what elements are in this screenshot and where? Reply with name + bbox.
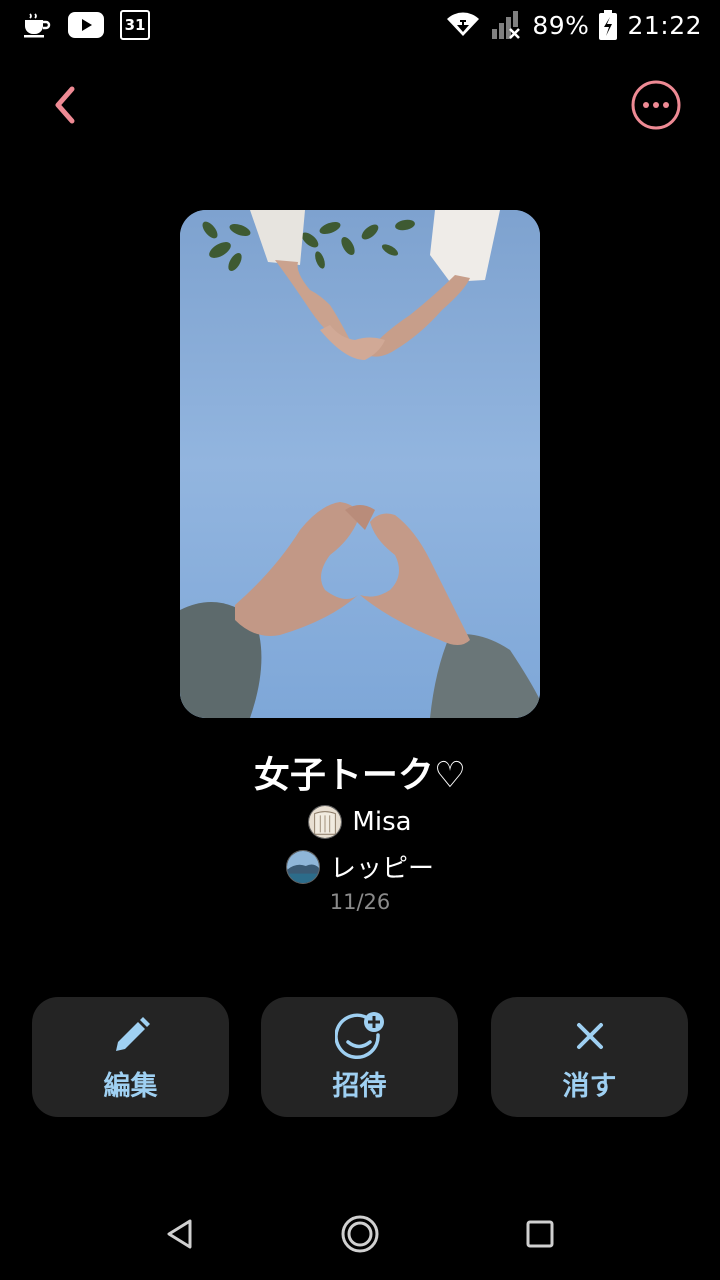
- member-name: Misa: [352, 807, 412, 837]
- clock: 21:22: [627, 10, 702, 40]
- nav-back-icon: [167, 1219, 192, 1249]
- add-friend-icon: [334, 1011, 385, 1060]
- action-buttons: 編集 招待 消す: [32, 997, 688, 1117]
- nav-home-button[interactable]: [330, 1204, 390, 1264]
- room-cover-image[interactable]: [180, 210, 540, 718]
- nav-recent-button[interactable]: [510, 1204, 570, 1264]
- invite-button[interactable]: 招待: [261, 997, 458, 1117]
- edit-button[interactable]: 編集: [32, 997, 229, 1117]
- youtube-icon: [68, 12, 104, 38]
- navigation-bar: [0, 1190, 720, 1274]
- nav-home-icon: [341, 1215, 379, 1253]
- calendar-icon: 31: [120, 10, 150, 40]
- nav-recent-icon: [526, 1220, 554, 1248]
- member-name: レッピー: [329, 854, 434, 884]
- chevron-left-icon: [55, 86, 75, 124]
- wifi-icon: [446, 12, 480, 38]
- invite-label: 招待: [332, 1070, 387, 1102]
- battery-percent: 89%: [532, 10, 590, 40]
- status-left: 31: [22, 10, 150, 40]
- room-title: 女子トーク♡: [253, 755, 467, 796]
- avatar-leppy: [285, 849, 320, 884]
- member-item[interactable]: レッピー: [0, 848, 720, 885]
- nav-back-button[interactable]: [150, 1204, 210, 1264]
- signal-icon: [490, 9, 522, 41]
- room-date: 11/26: [329, 890, 391, 914]
- delete-button[interactable]: 消す: [491, 997, 688, 1117]
- status-bar: 31 89% 21:22: [0, 0, 720, 50]
- pencil-icon: [110, 1012, 152, 1060]
- screen: 31 89% 21:22 女子トーク♡ Misa レッピー 11/26 編集 招…: [0, 0, 720, 1280]
- back-button[interactable]: [40, 80, 90, 130]
- app-bar: [0, 70, 720, 140]
- edit-label: 編集: [103, 1070, 158, 1102]
- more-options-button[interactable]: [630, 79, 682, 131]
- delete-label: 消す: [562, 1070, 617, 1102]
- more-horizontal-icon: [631, 80, 681, 130]
- coffee-icon: [22, 12, 52, 38]
- status-right: 89% 21:22: [446, 9, 702, 41]
- member-item[interactable]: Misa: [0, 805, 720, 839]
- close-icon: [573, 1012, 607, 1060]
- avatar-misa: [308, 805, 343, 839]
- battery-charging-icon: [599, 10, 618, 40]
